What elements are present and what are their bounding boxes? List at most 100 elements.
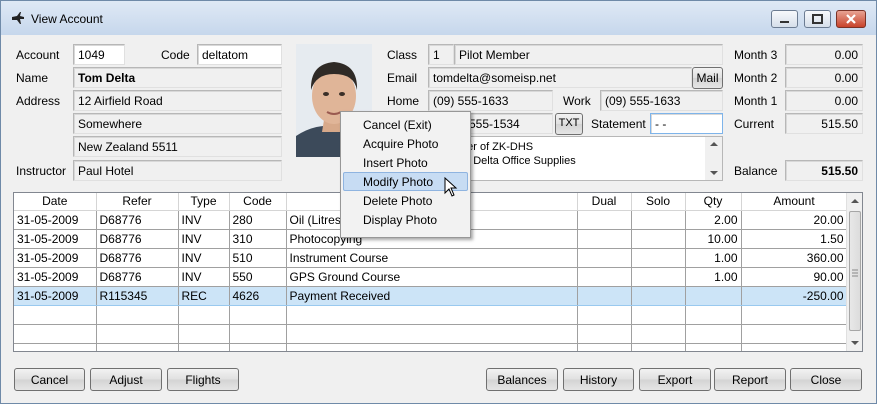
view-account-window: View Account Account 1049 Code deltatom … [0,0,877,404]
cell-qty: 1.00 [685,248,742,268]
instructor-label: Instructor [16,164,67,178]
work-label: Work [563,94,591,108]
notes-scrollbar[interactable] [705,137,722,180]
scrollbar-thumb[interactable] [849,211,861,331]
col-refer[interactable]: Refer [96,193,179,211]
cell-date: 31-05-2009 [14,248,97,268]
menu-item-display-photo[interactable]: Display Photo [343,210,468,229]
table-scrollbar[interactable] [846,193,862,351]
code-field[interactable]: deltatom [197,44,282,65]
txt-button[interactable]: TXT [555,113,583,135]
cell-refer: D68776 [96,248,179,268]
notes-box[interactable]: ner of ZK-DHS of Delta Office Supplies [428,136,723,181]
flights-button[interactable]: Flights [167,368,239,391]
notes-line-1: ner of ZK-DHS [461,141,534,153]
cell-date: 31-05-2009 [14,229,97,249]
cancel-button[interactable]: Cancel [14,368,85,391]
email-field[interactable]: tomdelta@someisp.net [428,67,692,88]
table-row-selected[interactable]: 31-05-2009 R115345 REC 4626 Payment Rece… [14,286,848,306]
cell-type: INV [178,267,230,287]
col-amount[interactable]: Amount [741,193,848,211]
cell-amount: 90.00 [741,267,848,287]
col-solo[interactable]: Solo [631,193,686,211]
address-line-1[interactable]: 12 Airfield Road [73,90,282,111]
cell-code: 4626 [229,286,287,306]
cell-dual [577,248,632,268]
table-row[interactable]: 31-05-2009 D68776 INV 510 Instrument Cou… [14,248,848,268]
close-window-button[interactable] [836,10,866,28]
cell-type: INV [178,210,230,230]
title-bar[interactable]: View Account [1,1,876,35]
cell-type: INV [178,248,230,268]
email-label: Email [387,71,418,85]
cell-date: 31-05-2009 [14,286,97,306]
cell-date: 31-05-2009 [14,267,97,287]
month3-label: Month 3 [734,48,778,62]
photo-context-menu: Cancel (Exit) Acquire Photo Insert Photo… [340,111,471,238]
instructor-field[interactable]: Paul Hotel [73,160,282,181]
balances-button[interactable]: Balances [486,368,558,391]
maximize-button[interactable] [804,10,831,28]
code-label: Code [161,48,190,62]
scroll-arrows-icon [710,142,718,175]
cell-qty: 10.00 [685,229,742,249]
cell-dual [577,286,632,306]
close-icon [846,14,856,24]
cell-code: 310 [229,229,287,249]
balance-label: Balance [734,164,778,178]
col-dual[interactable]: Dual [577,193,632,211]
class-number-field[interactable]: 1 [428,44,454,65]
mail-button[interactable]: Mail [692,67,723,89]
mouse-cursor-icon [444,177,458,197]
cell-code: 550 [229,267,287,287]
address-line-2[interactable]: Somewhere [73,113,282,134]
class-field[interactable]: Pilot Member [454,44,723,65]
home-phone-field[interactable]: (09) 555-1633 [428,90,553,111]
menu-item-acquire-photo[interactable]: Acquire Photo [343,134,468,153]
table-row-empty[interactable] [14,324,848,344]
cell-refer: R115345 [96,286,179,306]
menu-item-cancel-exit[interactable]: Cancel (Exit) [343,115,468,134]
work-phone-field[interactable]: (09) 555-1633 [600,90,723,111]
export-button[interactable]: Export [639,368,711,391]
minimize-button[interactable] [771,10,798,28]
menu-item-insert-photo[interactable]: Insert Photo [343,153,468,172]
adjust-button[interactable]: Adjust [90,368,162,391]
col-code[interactable]: Code [229,193,287,211]
history-button[interactable]: History [563,368,634,391]
month2-label: Month 2 [734,71,778,85]
month2-field: 0.00 [785,67,863,88]
address-line-3[interactable]: New Zealand 5511 [73,136,282,157]
cell-code: 280 [229,210,287,230]
cell-description: GPS Ground Course [286,267,578,287]
cell-solo [631,286,686,306]
table-row-empty[interactable] [14,343,848,351]
balance-field: 515.50 [785,160,863,181]
notes-line-2: of Delta Office Supplies [461,155,576,167]
class-label: Class [387,48,418,62]
maximize-icon [812,14,823,24]
account-label: Account [16,48,60,62]
grip-icon [852,269,858,277]
cell-type: INV [178,229,230,249]
col-qty[interactable]: Qty [685,193,742,211]
window-title: View Account [31,12,103,26]
month1-field: 0.00 [785,90,863,111]
cell-code: 510 [229,248,287,268]
table-row-empty[interactable] [14,305,848,325]
cell-amount: -250.00 [741,286,848,306]
table-row[interactable]: 31-05-2009 D68776 INV 550 GPS Ground Cou… [14,267,848,287]
col-type[interactable]: Type [178,193,230,211]
col-date[interactable]: Date [14,193,97,211]
account-field[interactable]: 1049 [73,44,125,65]
report-button[interactable]: Report [714,368,786,391]
cell-qty [685,286,742,306]
close-button[interactable]: Close [790,368,862,391]
cell-qty: 2.00 [685,210,742,230]
address-label: Address [16,94,61,108]
cell-dual [577,229,632,249]
statement-field[interactable]: - - [650,113,723,134]
name-field[interactable]: Tom Delta [73,67,282,88]
cell-amount: 20.00 [741,210,848,230]
cell-solo [631,229,686,249]
